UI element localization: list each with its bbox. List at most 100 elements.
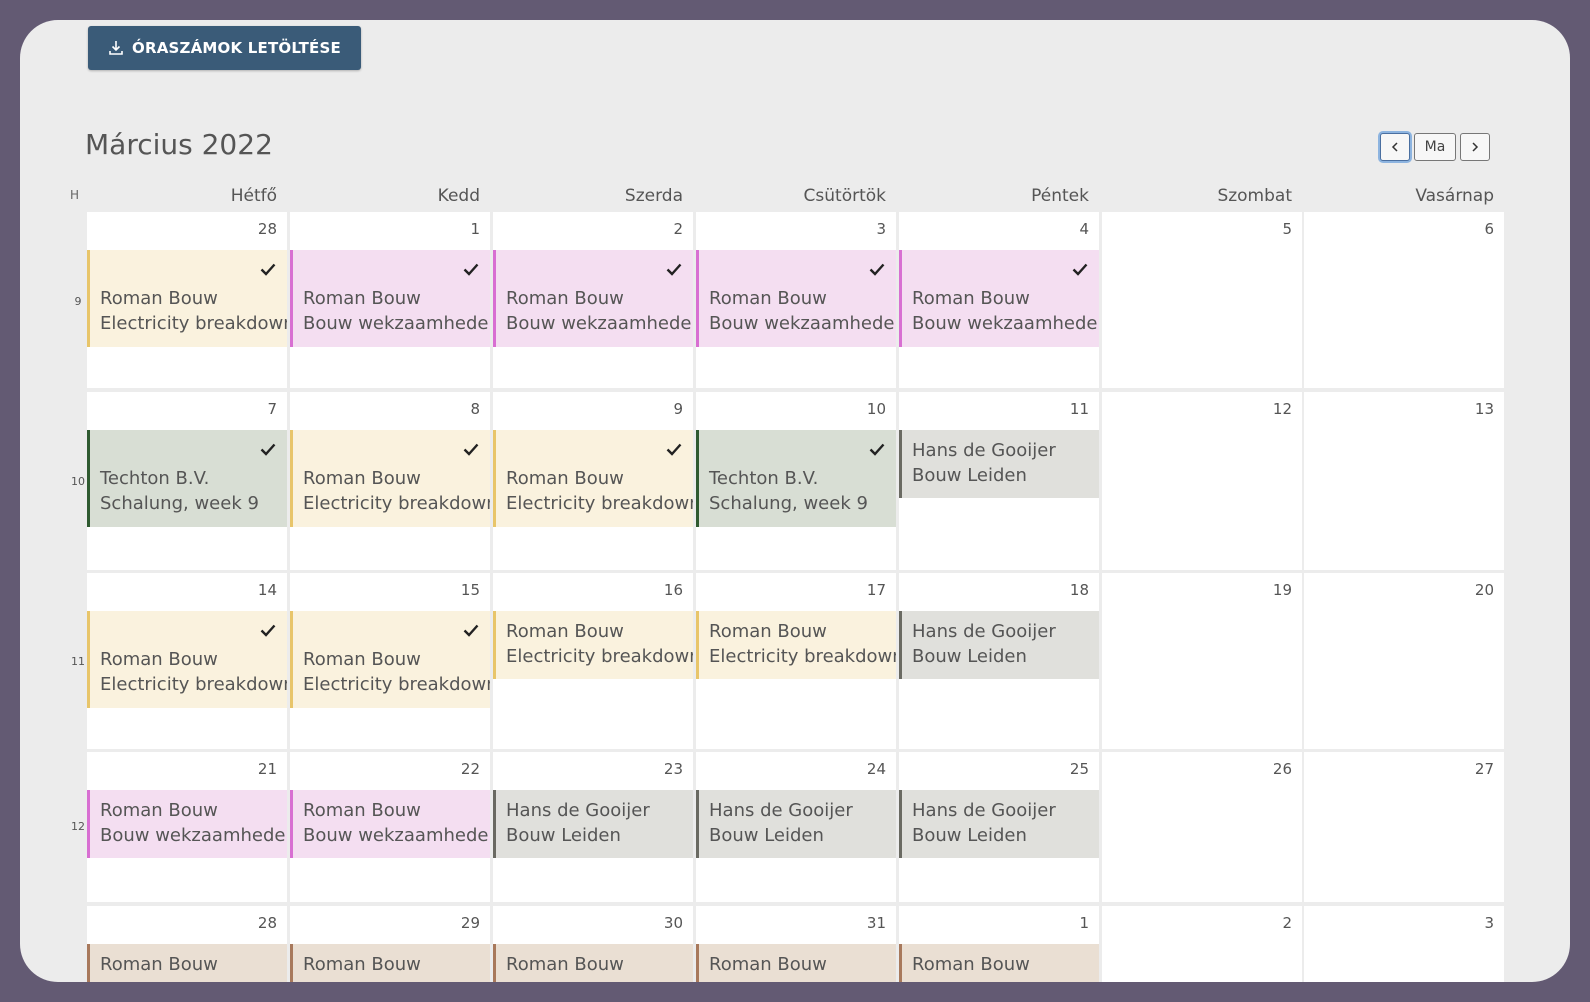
day-cell[interactable]: 25 Hans de Gooijer Bouw Leiden — [899, 752, 1099, 902]
day-cell[interactable]: 7 Techton B.V. Schalung, week 9 — [87, 392, 287, 570]
event-entry[interactable]: Roman Bouw Electricity breakdown — [493, 430, 693, 527]
event-entry[interactable]: Roman Bouw Bouw wekzaamheden — [290, 250, 490, 347]
day-cell[interactable]: 11 Hans de Gooijer Bouw Leiden — [899, 392, 1099, 570]
event-entry[interactable]: Roman Bouw Electricity breakdown — [87, 611, 287, 708]
day-cell[interactable]: 3 Roman Bouw Bouw wekzaamheden — [696, 212, 896, 388]
event-project: Electricity breakdown — [506, 646, 693, 667]
event-project: Bouw wekzaamheden — [303, 313, 490, 334]
event-client: Roman Bouw — [100, 649, 218, 670]
day-number: 13 — [1474, 400, 1494, 418]
next-month-button[interactable] — [1460, 133, 1490, 161]
day-number: 24 — [866, 760, 886, 778]
day-number: 17 — [866, 581, 886, 599]
event-client: Roman Bouw — [709, 954, 827, 975]
day-cell[interactable]: 5 — [1102, 212, 1302, 388]
day-cell[interactable]: 19 — [1102, 573, 1302, 749]
day-name-7: Vasárnap — [1415, 186, 1494, 206]
day-cell[interactable]: 23 Hans de Gooijer Bouw Leiden — [493, 752, 693, 902]
day-cell[interactable]: 27 — [1304, 752, 1504, 902]
day-number: 3 — [1484, 914, 1494, 932]
day-cell[interactable]: 21 Roman Bouw Bouw wekzaamheden — [87, 752, 287, 902]
day-cell[interactable]: 18 Hans de Gooijer Bouw Leiden — [899, 573, 1099, 749]
event-entry[interactable]: Roman Bouw — [493, 944, 693, 982]
event-entry[interactable]: Techton B.V. Schalung, week 9 — [87, 430, 287, 527]
day-cell[interactable]: 14 Roman Bouw Electricity breakdown — [87, 573, 287, 749]
event-entry[interactable]: Roman Bouw Bouw wekzaamheden — [493, 250, 693, 347]
check-icon — [1071, 260, 1089, 278]
event-project: Electricity breakdown — [303, 674, 490, 695]
day-name-1: Hétfő — [230, 186, 277, 206]
event-client: Roman Bouw — [100, 800, 218, 821]
event-entry[interactable]: Roman Bouw — [87, 944, 287, 982]
day-cell[interactable]: 12 — [1102, 392, 1302, 570]
day-cell[interactable]: 6 — [1304, 212, 1504, 388]
day-cell[interactable]: 15 Roman Bouw Electricity breakdown — [290, 573, 490, 749]
day-cell[interactable]: 8 Roman Bouw Electricity breakdown — [290, 392, 490, 570]
day-number: 11 — [1069, 400, 1089, 418]
day-cell[interactable]: 17 Roman Bouw Electricity breakdown — [696, 573, 896, 749]
event-entry[interactable]: Roman Bouw — [290, 944, 490, 982]
event-entry[interactable]: Roman Bouw Electricity breakdown — [290, 611, 490, 708]
day-cell[interactable]: 1 Roman Bouw — [899, 906, 1099, 982]
day-cell[interactable]: 1 Roman Bouw Bouw wekzaamheden — [290, 212, 490, 388]
event-entry[interactable]: Roman Bouw Bouw wekzaamheden — [87, 790, 287, 858]
day-number: 25 — [1069, 760, 1089, 778]
day-cell[interactable]: 9 Roman Bouw Electricity breakdown — [493, 392, 693, 570]
day-cell[interactable]: 31 Roman Bouw — [696, 906, 896, 982]
event-entry[interactable]: Roman Bouw Electricity breakdown — [493, 611, 693, 679]
event-entry[interactable]: Hans de Gooijer Bouw Leiden — [899, 430, 1099, 498]
day-number: 2 — [1282, 914, 1292, 932]
day-cell[interactable]: 28 Roman Bouw Electricity breakdown — [87, 212, 287, 388]
event-entry[interactable]: Techton B.V. Schalung, week 9 — [696, 430, 896, 527]
event-entry[interactable]: Roman Bouw Bouw wekzaamheden — [290, 790, 490, 858]
event-entry[interactable]: Roman Bouw Bouw wekzaamheden — [696, 250, 896, 347]
check-icon — [868, 440, 886, 458]
day-number: 15 — [460, 581, 480, 599]
event-entry[interactable]: Roman Bouw — [696, 944, 896, 982]
event-entry[interactable]: Roman Bouw Bouw wekzaamheden — [899, 250, 1099, 347]
event-entry[interactable]: Roman Bouw — [899, 944, 1099, 982]
day-number: 7 — [267, 400, 277, 418]
day-cell[interactable]: 10 Techton B.V. Schalung, week 9 — [696, 392, 896, 570]
event-entry[interactable]: Hans de Gooijer Bouw Leiden — [493, 790, 693, 858]
calendar-nav: Ma — [1380, 133, 1490, 161]
event-project: Schalung, week 9 — [709, 493, 868, 514]
day-name-6: Szombat — [1217, 186, 1292, 206]
day-cell[interactable]: 24 Hans de Gooijer Bouw Leiden — [696, 752, 896, 902]
day-cell[interactable]: 4 Roman Bouw Bouw wekzaamheden — [899, 212, 1099, 388]
day-number: 22 — [460, 760, 480, 778]
day-cell[interactable]: 13 — [1304, 392, 1504, 570]
day-cell[interactable]: 2 Roman Bouw Bouw wekzaamheden — [493, 212, 693, 388]
event-entry[interactable]: Hans de Gooijer Bouw Leiden — [899, 611, 1099, 679]
prev-month-button[interactable] — [1380, 133, 1410, 161]
check-icon — [259, 260, 277, 278]
event-client: Roman Bouw — [912, 288, 1030, 309]
day-cell[interactable]: 20 — [1304, 573, 1504, 749]
day-name-4: Csütörtök — [803, 186, 886, 206]
event-entry[interactable]: Roman Bouw Electricity breakdown — [87, 250, 287, 347]
day-cell[interactable]: 2 — [1102, 906, 1302, 982]
day-cell[interactable]: 3 — [1304, 906, 1504, 982]
day-number: 1 — [470, 220, 480, 238]
day-number: 23 — [663, 760, 683, 778]
download-hours-label: ÓRASZÁMOK LETÖLTÉSE — [132, 39, 341, 57]
event-client: Techton B.V. — [100, 468, 210, 489]
event-project: Schalung, week 9 — [100, 493, 259, 514]
day-cell[interactable]: 28 Roman Bouw — [87, 906, 287, 982]
event-entry[interactable]: Roman Bouw Electricity breakdown — [290, 430, 490, 527]
week-number: 10 — [71, 475, 85, 488]
event-entry[interactable]: Roman Bouw Electricity breakdown — [696, 611, 896, 679]
check-icon — [259, 440, 277, 458]
download-hours-button[interactable]: ÓRASZÁMOK LETÖLTÉSE — [88, 26, 361, 70]
day-cell[interactable]: 22 Roman Bouw Bouw wekzaamheden — [290, 752, 490, 902]
day-cell[interactable]: 26 — [1102, 752, 1302, 902]
event-client: Roman Bouw — [709, 621, 827, 642]
event-client: Hans de Gooijer — [912, 621, 1056, 642]
day-cell[interactable]: 16 Roman Bouw Electricity breakdown — [493, 573, 693, 749]
event-entry[interactable]: Hans de Gooijer Bouw Leiden — [899, 790, 1099, 858]
day-cell[interactable]: 29 Roman Bouw — [290, 906, 490, 982]
day-cell[interactable]: 30 Roman Bouw — [493, 906, 693, 982]
event-entry[interactable]: Hans de Gooijer Bouw Leiden — [696, 790, 896, 858]
today-button[interactable]: Ma — [1414, 133, 1456, 161]
day-number: 19 — [1272, 581, 1292, 599]
